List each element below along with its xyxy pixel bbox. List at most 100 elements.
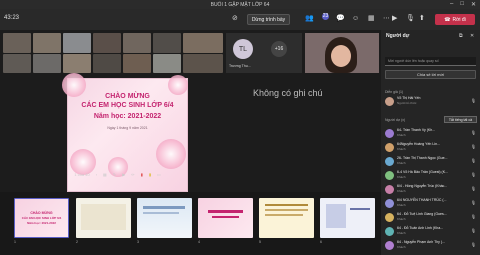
participant-name: 6/4 NGUYỄN THANH TRÚC (... — [397, 198, 447, 202]
presenter-video[interactable] — [305, 33, 379, 73]
avatar — [385, 129, 394, 138]
more-participants-count[interactable]: +16 — [271, 41, 287, 57]
participant-video[interactable] — [33, 33, 61, 53]
leave-button[interactable]: ☎ Rời đi — [435, 14, 475, 25]
participant-video[interactable] — [3, 33, 31, 53]
avatar — [385, 157, 394, 166]
avatar — [385, 143, 394, 152]
participant-video[interactable] — [123, 33, 151, 53]
mute-all-button[interactable]: Tắt tiếng tất cả — [444, 116, 477, 123]
microphone-icon: 🎙 — [470, 98, 476, 103]
meeting-stage: TL Trương Thu... +16 CHÀO MỪNG CÁC EM HỌ… — [0, 30, 381, 255]
participant-role: Khách — [397, 147, 406, 151]
meeting-toolbar: 43:23 ⊘ Dừng trình bày 👥 23 💬 ☺ ▦ ⋯ ▶ 🎙 … — [0, 9, 480, 30]
highlighter-yellow-icon[interactable]: ▮ — [149, 172, 151, 177]
minimize-icon[interactable]: – — [450, 1, 453, 8]
participant-video[interactable] — [63, 54, 91, 73]
participant-video[interactable] — [63, 33, 91, 53]
slide-title-line3: Năm học: 2021-2022 — [93, 113, 162, 120]
participant-role: Khách — [397, 175, 406, 179]
slide-thumbnail[interactable]: 6 — [320, 198, 375, 246]
thumb-content — [81, 204, 126, 230]
participant-video[interactable] — [93, 33, 121, 53]
participant-video[interactable] — [183, 54, 223, 73]
participant-video[interactable] — [93, 54, 121, 73]
microphone-muted-icon: 🎙 — [470, 172, 476, 177]
grid-view-icon[interactable]: ▦ — [103, 172, 107, 177]
participant-video[interactable] — [183, 33, 223, 53]
participant-name: 64 - Đỗ Tuấn Anh Linh (Kha... — [397, 226, 444, 230]
participant-role: Khách — [397, 203, 406, 207]
participant-video[interactable] — [123, 54, 151, 73]
participant-video[interactable] — [153, 33, 181, 53]
leave-label: Rời đi — [452, 16, 466, 23]
share-invite-button[interactable]: Chia sẻ lời mời — [385, 70, 476, 79]
laser-pointer-icon[interactable]: ✎ — [113, 172, 116, 177]
slide-thumbnail[interactable]: 4 — [198, 198, 253, 246]
rooms-icon[interactable]: ▦ — [368, 15, 375, 23]
invite-search-input[interactable]: Mời người dùn lên hoặc quay số — [385, 57, 476, 66]
participant-name: Võ Thị Hải Yến — [397, 96, 421, 100]
participant-row[interactable]: 6/4 NGUYỄN THANH TRÚC (... Khách 🎙 — [385, 198, 478, 212]
camera-icon[interactable]: ▶ — [392, 15, 397, 23]
slide-thumbnail-image — [137, 198, 192, 238]
presenters-heading[interactable]: Diễn giả (1) — [385, 90, 403, 94]
slide-thumbnail[interactable]: 5 — [259, 198, 314, 246]
flower-decoration — [168, 75, 188, 95]
highlighter-red-icon[interactable]: ▮ — [141, 172, 143, 177]
microphone-muted-icon: 🎙 — [470, 144, 476, 149]
microphone-muted-icon: 🎙 — [470, 186, 476, 191]
panel-close-icon[interactable]: ✕ — [470, 33, 474, 39]
participant-avatar-tile[interactable]: TL Trương Thu... +16 — [226, 33, 302, 73]
thumb-year: Năm học: 2021-2022 — [27, 221, 56, 225]
participant-row[interactable]: 6-4 Võ Hà Bảo Trân (Guest) (K... Khách 🎙 — [385, 170, 478, 184]
participant-name: 64- Trần Thanh Vy (Kh... — [397, 128, 436, 132]
avatar-name: Trương Thu... — [229, 64, 251, 68]
slide-thumbnail[interactable]: CHÀO MỪNG CÁC EM HỌC SINH LỚP 6/4 Năm họ… — [14, 198, 69, 246]
microphone-muted-icon: 🎙 — [470, 200, 476, 205]
participant-video[interactable] — [153, 54, 181, 73]
participant-video[interactable] — [33, 54, 61, 73]
eraser-icon[interactable]: ▭ — [157, 172, 161, 177]
chat-icon[interactable]: 💬 — [336, 15, 345, 23]
participant-row[interactable]: Võ Thị Hải Yến Người tổ chức 🎙 — [385, 96, 478, 110]
pen-icon[interactable]: ✏ — [131, 172, 134, 177]
more-options-icon[interactable]: ⋯ — [383, 15, 390, 23]
participant-role: Khách — [397, 189, 406, 193]
participant-row[interactable]: 64 - Nguyễn Phạm Anh Thy (... Khách 🎙 — [385, 240, 478, 254]
share-screen-icon[interactable]: ⬆ — [419, 15, 425, 23]
camera-off-icon[interactable]: ⊘ — [232, 15, 238, 23]
close-icon[interactable]: ✕ — [471, 1, 476, 8]
reactions-icon[interactable]: ☺ — [352, 15, 359, 23]
next-slide-icon[interactable]: › — [96, 172, 97, 177]
participant-row[interactable]: 64- Trần Thanh Vy (Kh... Khách 🎙 — [385, 128, 478, 142]
share-invite-label: Chia sẻ lời mời — [416, 72, 445, 77]
participants-panel: Người dự ⧉ ✕ Mời người dùn lên hoặc quay… — [381, 30, 480, 255]
slide-thumbnail[interactable]: 2 — [76, 198, 131, 246]
thumb-number: 3 — [137, 240, 139, 244]
popout-icon[interactable]: ⧉ — [459, 33, 463, 39]
stop-presenting-button[interactable]: Dừng trình bày — [247, 14, 290, 25]
thumb-title: CHÀO MỪNG — [30, 211, 53, 215]
slide-thumbnail[interactable]: 3 — [137, 198, 192, 246]
microphone-icon[interactable]: 🎙 — [406, 15, 415, 23]
participant-row[interactable]: 64 - Đỗ Tuệ Linh Giang (Gues... Khách 🎙 — [385, 212, 478, 226]
participant-name: 64 - Đỗ Tuệ Linh Giang (Gues... — [397, 212, 447, 216]
microphone-muted-icon: 🎙 — [470, 130, 476, 135]
phone-icon: ☎ — [444, 16, 451, 23]
thumb-content — [326, 204, 346, 228]
chat-badge: 23 — [322, 13, 329, 20]
participant-name: 26- Trần Thị Thanh Ngọc (Gue... — [397, 156, 448, 160]
attendees-heading[interactable]: Người dự (x) — [385, 118, 405, 122]
thumb-content — [265, 204, 308, 206]
maximize-icon[interactable]: □ — [460, 1, 464, 8]
participant-row[interactable]: 6/4 - Hồng Nguyễn Trúc (Khác... Khách 🎙 — [385, 184, 478, 198]
participant-row[interactable]: 26- Trần Thị Thanh Ngọc (Gue... Khách 🎙 — [385, 156, 478, 170]
participant-row[interactable]: 64Nguyễn Hoàng Yến Lin... Khách 🎙 — [385, 142, 478, 156]
participant-video[interactable] — [3, 54, 31, 73]
participant-row[interactable]: 64 - Đỗ Tuấn Anh Linh (Kha... Khách 🎙 — [385, 226, 478, 240]
prev-slide-icon[interactable]: ‹ — [67, 172, 68, 177]
slide-title-line2: CÁC EM HỌC SINH LỚP 6/4 — [81, 102, 174, 109]
play-icon[interactable]: ▶ — [122, 172, 125, 177]
people-icon[interactable]: 👥 — [305, 15, 314, 23]
